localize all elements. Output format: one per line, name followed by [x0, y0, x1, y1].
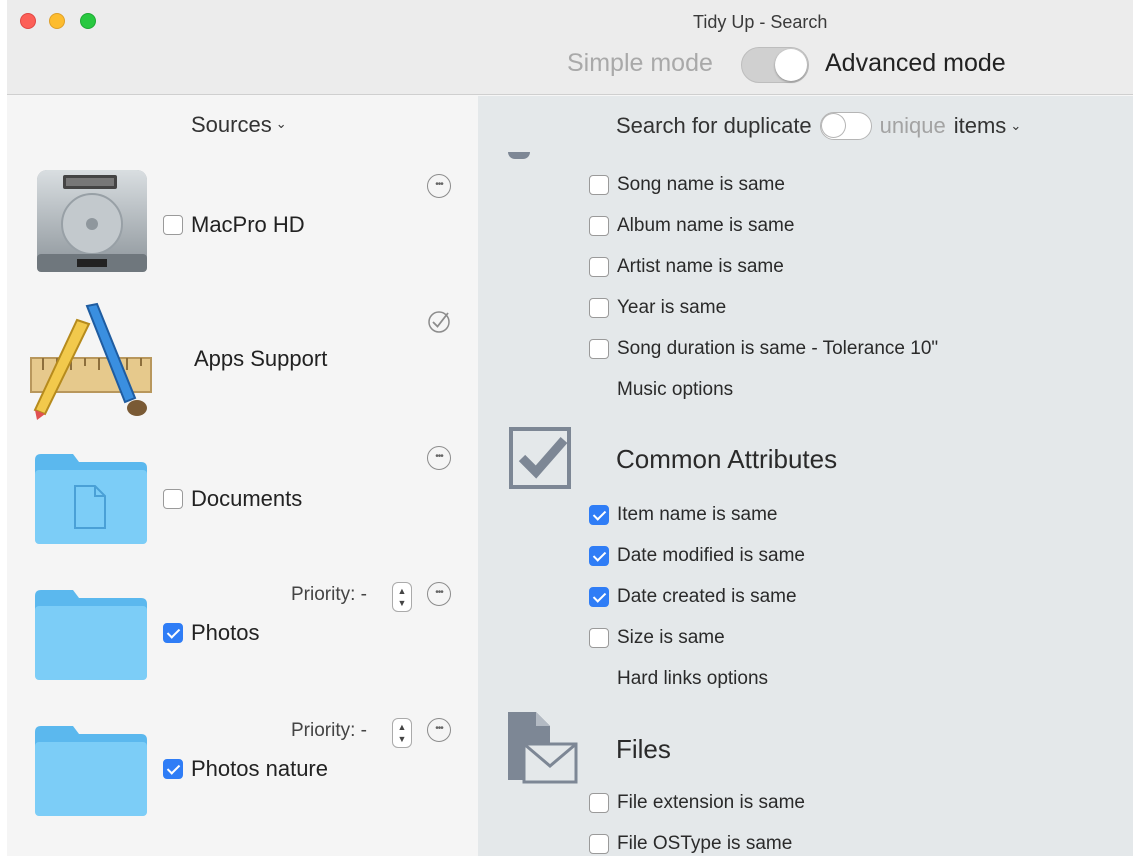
priority-stepper[interactable]: ▲ ▼ — [392, 582, 412, 612]
search-type-selector[interactable]: Search for duplicate unique items ⌄ — [616, 112, 1021, 140]
option-date-modified[interactable]: Date modified is same — [589, 545, 805, 567]
option-checkbox[interactable] — [589, 257, 609, 277]
window-title: Tidy Up - Search — [693, 12, 828, 32]
option-file-extension[interactable]: File extension is same — [589, 792, 805, 814]
option-date-created[interactable]: Date created is same — [589, 586, 797, 608]
option-song-name[interactable]: Song name is same — [589, 174, 785, 196]
title-bar: Tidy Up - Search Simple mode Advanced mo… — [7, 0, 1133, 95]
option-label: Song duration is same - Tolerance 10" — [617, 338, 939, 359]
option-label: Size is same — [617, 627, 725, 648]
option-checkbox[interactable] — [589, 298, 609, 318]
more-options-icon[interactable]: ••• — [427, 718, 451, 742]
applications-icon — [30, 302, 152, 420]
more-options-icon[interactable]: ••• — [427, 174, 451, 198]
zoom-window-button[interactable] — [80, 13, 96, 29]
toggle-knob — [821, 114, 845, 137]
source-label: Documents — [191, 486, 303, 511]
option-song-duration[interactable]: Song duration is same - Tolerance 10" — [589, 338, 938, 360]
duplicate-unique-toggle[interactable] — [819, 112, 872, 140]
folder-icon — [35, 726, 147, 816]
close-window-button[interactable] — [20, 13, 36, 29]
music-options-link[interactable]: Music options — [617, 379, 733, 401]
source-item-documents[interactable]: Documents ••• — [7, 436, 478, 572]
mode-toggle-knob — [775, 49, 807, 81]
option-checkbox[interactable] — [589, 793, 609, 813]
option-label: Date created is same — [617, 586, 797, 607]
search-prefix-label: Search for duplicate — [616, 113, 812, 138]
source-label: MacPro HD — [191, 212, 305, 237]
option-artist-name[interactable]: Artist name is same — [589, 256, 784, 278]
chevron-down-icon: ⌄ — [275, 116, 287, 131]
option-checkbox[interactable] — [589, 505, 609, 525]
option-year[interactable]: Year is same — [589, 297, 726, 319]
music-section-icon — [508, 152, 530, 159]
source-label: Photos nature — [191, 756, 328, 781]
option-album-name[interactable]: Album name is same — [589, 215, 794, 237]
items-dropdown-label[interactable]: items — [954, 113, 1007, 139]
option-checkbox[interactable] — [589, 216, 609, 236]
chevron-down-icon: ⌄ — [1010, 118, 1022, 133]
option-checkbox[interactable] — [589, 587, 609, 607]
option-label: File extension is same — [617, 792, 805, 813]
source-label: Photos — [191, 620, 260, 645]
priority-label: Priority: - — [291, 584, 367, 605]
source-item-photos-nature[interactable]: Priority: - ▲ ▼ ••• Photos nature — [7, 708, 478, 844]
option-label: Date modified is same — [617, 545, 805, 566]
hard-links-options-link[interactable]: Hard links options — [617, 668, 768, 690]
macpro-hd-checkbox[interactable] — [163, 215, 183, 235]
folder-icon — [35, 590, 147, 680]
priority-label: Priority: - — [291, 720, 367, 741]
source-item-macpro-hd[interactable]: MacPro HD ••• — [7, 160, 478, 296]
more-options-icon[interactable]: ••• — [427, 582, 451, 606]
option-label: Album name is same — [617, 215, 795, 236]
source-item-apps-support[interactable]: Apps Support — [7, 296, 478, 432]
file-envelope-icon — [508, 712, 578, 784]
option-checkbox[interactable] — [589, 546, 609, 566]
source-item-photos[interactable]: Priority: - ▲ ▼ ••• Photos — [7, 572, 478, 708]
simple-mode-label[interactable]: Simple mode — [567, 49, 713, 78]
sources-header-label: Sources — [191, 112, 272, 137]
photos-checkbox[interactable] — [163, 623, 183, 643]
option-label: File OSType is same — [617, 833, 793, 854]
common-attributes-title: Common Attributes — [616, 444, 838, 474]
option-label: Year is same — [617, 297, 727, 318]
option-label: Item name is same — [617, 504, 778, 525]
option-checkbox[interactable] — [589, 175, 609, 195]
option-checkbox[interactable] — [589, 834, 609, 854]
documents-checkbox[interactable] — [163, 489, 183, 509]
priority-stepper[interactable]: ▲ ▼ — [392, 718, 412, 748]
sources-dropdown[interactable]: Sources ⌄ — [191, 112, 287, 138]
minimize-window-button[interactable] — [49, 13, 65, 29]
option-checkbox[interactable] — [589, 628, 609, 648]
source-label: Apps Support — [194, 346, 328, 371]
option-label: Artist name is same — [617, 256, 784, 277]
option-label: Song name is same — [617, 174, 785, 195]
advanced-mode-label[interactable]: Advanced mode — [825, 49, 1006, 78]
checkmark-box-icon — [509, 427, 571, 489]
mode-toggle[interactable] — [741, 47, 809, 83]
option-file-ostype[interactable]: File OSType is same — [589, 833, 792, 855]
files-title: Files — [616, 734, 671, 764]
unique-label: unique — [879, 113, 946, 138]
documents-folder-icon — [35, 454, 147, 544]
option-item-name[interactable]: Item name is same — [589, 504, 778, 526]
sources-pane: Sources ⌄ MacPro HD ••• Apps Support Doc… — [7, 96, 478, 856]
option-checkbox[interactable] — [589, 339, 609, 359]
criteria-pane: Search for duplicate unique items ⌄ Song… — [478, 96, 1133, 856]
tidy-up-window: Tidy Up - Search Simple mode Advanced mo… — [7, 0, 1133, 856]
hard-drive-icon — [37, 170, 147, 272]
option-size[interactable]: Size is same — [589, 627, 725, 649]
more-options-icon[interactable]: ••• — [427, 446, 451, 470]
checkmark-circle-icon[interactable] — [427, 310, 451, 334]
photos-nature-checkbox[interactable] — [163, 759, 183, 779]
